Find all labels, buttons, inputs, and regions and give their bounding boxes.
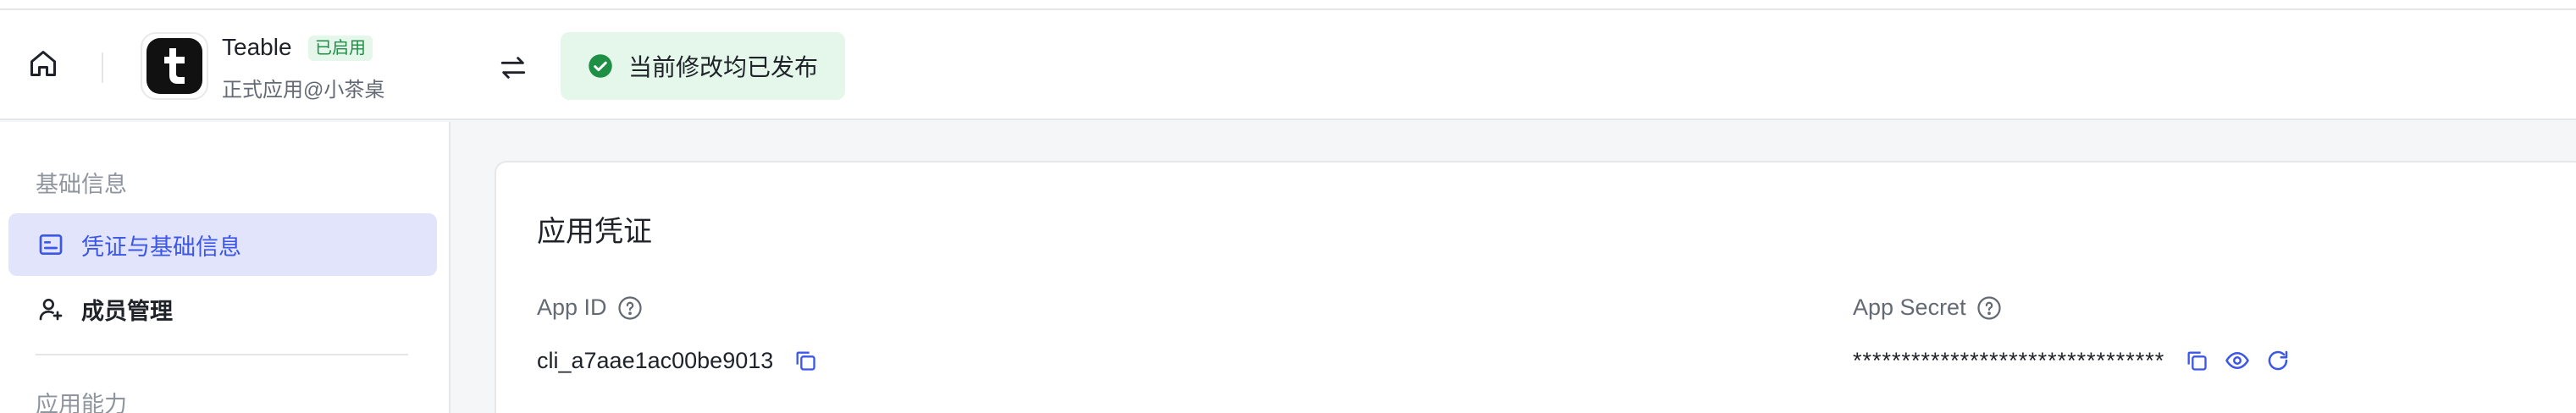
refresh-icon [2268, 350, 2288, 371]
copy-icon [796, 351, 815, 371]
app-secret-label-text: App Secret [1853, 295, 1966, 320]
copy-app-secret-button[interactable] [2181, 345, 2212, 376]
swap-arrows-icon [500, 57, 526, 79]
window-top-bar [0, 0, 2576, 10]
status-badge: 已启用 [308, 36, 373, 61]
card-title: 应用凭证 [537, 216, 652, 248]
check-circle-icon [589, 54, 612, 78]
sidebar-item-label: 成员管理 [81, 298, 173, 324]
app-logo [141, 32, 208, 100]
credentials-card: 应用凭证 App ID cli_a7aae1ac00be9013 App Sec… [495, 161, 2576, 413]
sidebar: 基础信息 凭证与基础信息 成员管理 应用能力 [0, 122, 451, 413]
sidebar-item-label: 凭证与基础信息 [81, 234, 241, 260]
help-icon[interactable] [617, 295, 643, 321]
publish-message: 当前修改均已发布 [628, 54, 819, 80]
add-user-icon [39, 299, 63, 321]
switch-app-button[interactable] [495, 49, 532, 86]
main-content: 应用凭证 App ID cli_a7aae1ac00be9013 App Sec… [452, 122, 2576, 413]
app-id-field: cli_a7aae1ac00be9013 [537, 345, 821, 376]
copy-icon [2187, 351, 2207, 371]
teable-logo-icon [164, 48, 185, 84]
app-name: Teable [222, 34, 292, 60]
eye-icon [2225, 351, 2250, 370]
app-header: Teable 已启用 正式应用@小茶桌 当前修改均已发布 [0, 10, 2576, 120]
app-id-label-text: App ID [537, 295, 607, 320]
app-secret-label: App Secret [1853, 295, 2002, 321]
sidebar-item-members[interactable]: 成员管理 [8, 278, 437, 340]
sidebar-divider [36, 354, 408, 355]
sidebar-item-credentials[interactable]: 凭证与基础信息 [8, 213, 437, 276]
sidebar-section-basic: 基础信息 [36, 172, 127, 197]
copy-app-id-button[interactable] [790, 345, 821, 376]
show-secret-button[interactable] [2222, 345, 2253, 376]
publish-status: 当前修改均已发布 [561, 32, 845, 100]
app-secret-value: ******************************** [1853, 347, 2165, 373]
app-id-value: cli_a7aae1ac00be9013 [537, 347, 774, 373]
app-id-label: App ID [537, 295, 643, 321]
app-secret-field: ******************************** [1853, 345, 2293, 376]
sidebar-section-capabilities: 应用能力 [36, 392, 127, 413]
header-divider [102, 52, 103, 83]
home-button[interactable] [25, 46, 61, 81]
reset-secret-button[interactable] [2263, 345, 2293, 376]
help-icon[interactable] [1976, 295, 2002, 321]
credential-card-icon [39, 234, 63, 255]
app-subtitle: 正式应用@小茶桌 [222, 79, 385, 102]
home-icon [30, 51, 56, 76]
